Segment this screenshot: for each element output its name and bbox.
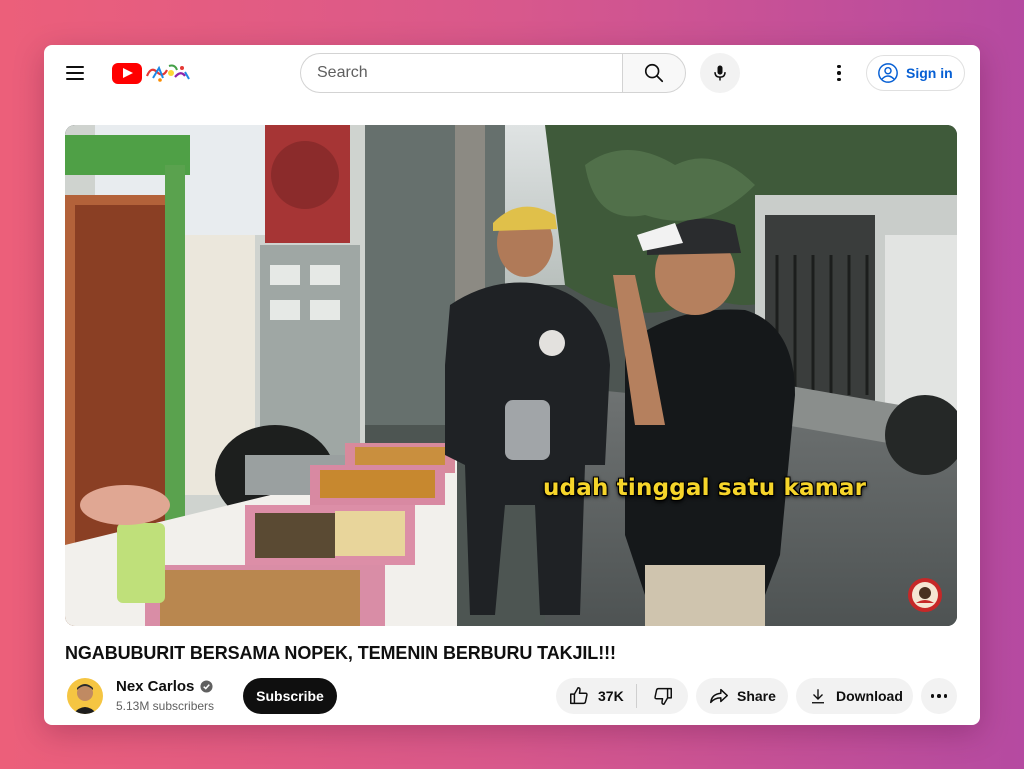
thumb-down-icon — [653, 687, 672, 705]
search-input[interactable] — [300, 53, 622, 93]
video-subtitle: udah tinggal satu kamar — [543, 475, 867, 501]
mic-icon — [714, 65, 726, 81]
like-count: 37K — [598, 688, 624, 704]
masthead: Sign in — [44, 45, 980, 101]
video-frame — [65, 125, 957, 626]
thumb-up-icon — [570, 687, 588, 705]
subscriber-count: 5.13M subscribers — [116, 699, 215, 713]
doodle-logo-icon — [145, 64, 190, 82]
download-label: Download — [836, 688, 903, 704]
hamburger-menu-icon[interactable] — [62, 61, 90, 85]
search-button[interactable] — [622, 53, 686, 93]
search-icon — [644, 63, 664, 83]
share-label: Share — [737, 688, 776, 704]
like-dislike-group: 37K — [556, 678, 688, 714]
channel-watermark-icon[interactable] — [907, 577, 943, 613]
more-vert-icon[interactable] — [826, 60, 852, 86]
channel-avatar[interactable] — [67, 678, 103, 714]
share-arrow-icon — [710, 688, 728, 704]
subscribe-button[interactable]: Subscribe — [243, 678, 337, 714]
dislike-button[interactable] — [637, 678, 688, 714]
sign-in-button[interactable]: Sign in — [866, 55, 965, 91]
download-button[interactable]: Download — [796, 678, 913, 714]
verified-check-icon — [200, 680, 213, 693]
more-actions-icon[interactable] — [921, 678, 957, 714]
download-icon — [812, 689, 824, 704]
voice-search-button[interactable] — [700, 53, 740, 93]
video-player[interactable]: udah tinggal satu kamar — [65, 125, 957, 626]
search-box — [300, 53, 686, 93]
channel-name-text: Nex Carlos — [116, 678, 195, 695]
youtube-logo[interactable] — [112, 59, 192, 87]
share-button[interactable]: Share — [696, 678, 788, 714]
account-circle-icon — [878, 63, 898, 83]
channel-name[interactable]: Nex Carlos — [116, 678, 213, 695]
browser-window: Sign in — [44, 45, 980, 725]
video-title: NGABUBURIT BERSAMA NOPEK, TEMENIN BERBUR… — [65, 643, 616, 663]
youtube-play-icon — [112, 62, 142, 84]
like-button[interactable]: 37K — [556, 678, 636, 714]
sign-in-label: Sign in — [906, 65, 953, 81]
